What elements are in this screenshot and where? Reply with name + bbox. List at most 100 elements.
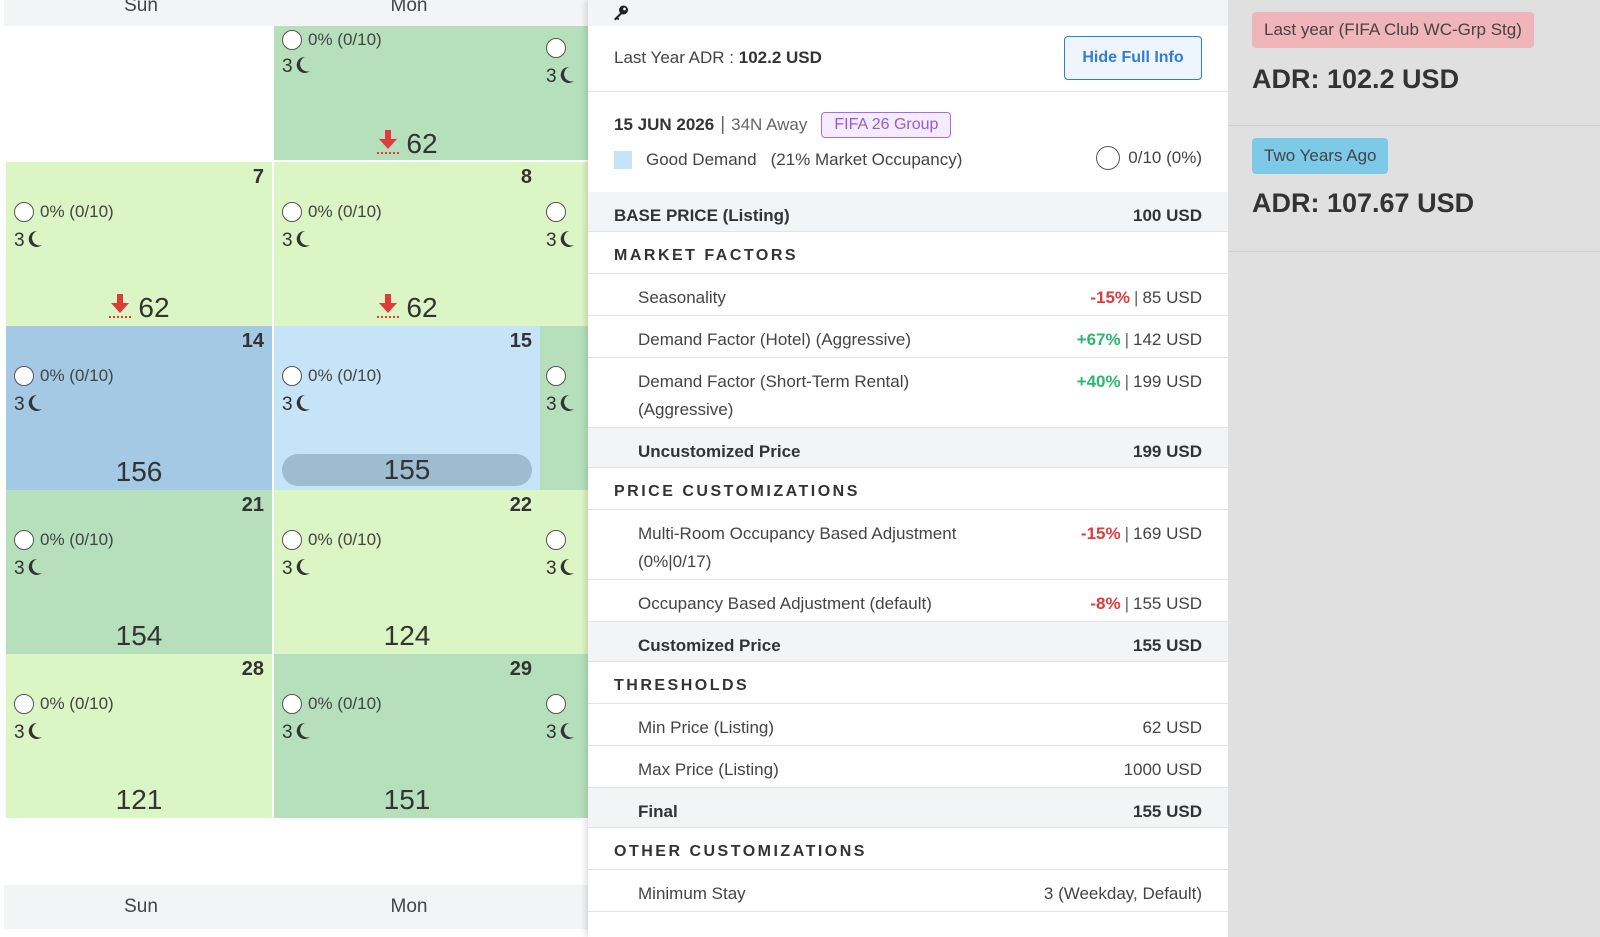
minimum-stay-value: 3	[14, 558, 25, 579]
breakdown-row-uncustomized-price: Uncustomized Price 199 USD	[588, 428, 1228, 468]
cell-occupancy-label: 0% (0/10)	[40, 366, 114, 385]
row-value: 3 (Weekday, Default)	[1044, 880, 1202, 908]
cell-occupancy-label: 0% (0/10)	[308, 694, 382, 713]
cell-occupancy: 0% (0/10)	[14, 202, 114, 222]
occupancy-radio[interactable]	[14, 202, 34, 222]
key-icon	[614, 5, 628, 21]
row-value-text: 1000 USD	[1123, 760, 1202, 779]
section-header-other-customizations: OTHER CUSTOMIZATIONS	[588, 828, 1228, 870]
row-value-text: 3 (Weekday, Default)	[1043, 884, 1202, 903]
calendar-day-cell[interactable]: 0% (0/10) 3 62	[274, 26, 540, 160]
moon-icon	[28, 230, 42, 247]
cell-price-value: 62	[138, 292, 170, 323]
row-label-text: Seasonality	[638, 288, 726, 307]
row-label-text: OTHER CUSTOMIZATIONS	[614, 843, 867, 860]
occupancy-radio[interactable]	[1096, 146, 1121, 170]
minimum-stay: 3	[282, 230, 311, 252]
row-value: -15% | 85 USD	[1090, 284, 1202, 312]
row-value-text: 169 USD	[1133, 524, 1202, 543]
section-header-price-customizations: PRICE CUSTOMIZATIONS	[588, 468, 1228, 510]
row-label: Minimum Stay	[638, 880, 746, 908]
occupancy-radio[interactable]	[546, 694, 566, 714]
percent-change: +67%	[1076, 330, 1121, 349]
calendar-day-cell[interactable]: 28 0% (0/10) 3 121	[6, 654, 272, 818]
breakdown-row-final: Final 155 USD	[588, 788, 1228, 828]
cell-occupancy: 0% (0/10)	[282, 30, 382, 50]
cell-price: 121	[6, 784, 272, 816]
row-label: Demand Factor (Hotel) (Aggressive)	[638, 326, 911, 354]
cell-occupancy-label: 0% (0/10)	[308, 30, 382, 49]
calendar-day-cell[interactable]: 15 0% (0/10) 3 155	[274, 326, 540, 490]
occupancy-radio[interactable]	[546, 366, 566, 386]
row-value: -8% | 155 USD	[1090, 590, 1202, 618]
event-tag[interactable]: FIFA 26 Group	[821, 112, 952, 138]
calendar-day-cell[interactable]: 8 0% (0/10) 3 62	[274, 162, 540, 326]
calendar-day-cell[interactable]: 7 0% (0/10) 3 62	[6, 162, 272, 326]
row-label: THRESHOLDS	[614, 672, 749, 700]
row-label-text: Demand Factor (Hotel) (Aggressive)	[638, 330, 912, 349]
percent-change: -15%	[1090, 288, 1131, 307]
occupancy-radio[interactable]	[282, 694, 302, 714]
cell-price-value: 156	[115, 456, 163, 487]
days-away: 34N Away	[731, 115, 808, 134]
cell-occupancy-label: 0% (0/10)	[40, 694, 114, 713]
occupancy-radio[interactable]	[546, 530, 566, 550]
cell-price: 124	[274, 620, 540, 652]
row-value-text: 155 USD	[1133, 594, 1202, 613]
moon-icon	[28, 394, 42, 411]
row-label: Demand Factor (Short-Term Rental) (Aggres…	[638, 368, 909, 424]
cell-price: 62	[274, 292, 540, 324]
occupancy-radio[interactable]	[546, 202, 566, 222]
row-value: 100 USD	[1133, 202, 1202, 230]
demand-label: Good Demand	[646, 150, 757, 169]
minimum-stay-value: 3	[546, 394, 557, 415]
cell-price: 151	[274, 784, 540, 816]
calendar-day-cell[interactable]: 22 0% (0/10) 3 124	[274, 490, 540, 654]
occupancy-radio[interactable]	[282, 530, 302, 550]
row-label-text: Demand Factor (Short-Term Rental)	[638, 372, 910, 391]
hide-full-info-button[interactable]: Hide Full Info	[1064, 36, 1202, 80]
occupancy-value: 0/10 (0%)	[1128, 148, 1202, 167]
row-label-text: Min Price (Listing)	[638, 718, 775, 737]
breakdown-row-demand-factor-hotel-aggressive: Demand Factor (Hotel) (Aggressive) +67% | 1…	[588, 316, 1228, 358]
price-down-arrow-icon	[377, 130, 400, 154]
calendar-day-cell[interactable]	[6, 26, 272, 160]
weekday-mon: Mon	[390, 0, 428, 16]
row-value-text: 199 USD	[1133, 372, 1202, 391]
minimum-stay: 3	[14, 230, 43, 252]
moon-icon	[560, 66, 574, 83]
weekday-sun: Sun	[124, 0, 158, 16]
day-number: 22	[509, 494, 532, 516]
row-label: MARKET FACTORS	[614, 242, 798, 270]
occupancy-radio[interactable]	[546, 38, 566, 58]
percent-change: -15%	[1080, 524, 1121, 543]
calendar: Sun Mon 0% (0/10) 3 62 3 7 0% (0/10) 3 62 8 0% (0…	[0, 0, 600, 937]
occupancy-radio[interactable]	[14, 530, 34, 550]
minimum-stay: 3	[546, 230, 575, 252]
occupancy-radio[interactable]	[282, 30, 302, 50]
cell-occupancy: 0% (0/10)	[282, 694, 382, 714]
row-value: 155 USD	[1133, 798, 1202, 826]
percent-change: +40%	[1076, 372, 1121, 391]
minimum-stay-value: 3	[546, 230, 557, 251]
breakdown-row-occupancy-based-adjustment-default: Occupancy Based Adjustment (default) -8% |…	[588, 580, 1228, 622]
occupancy-radio[interactable]	[14, 694, 34, 714]
calendar-day-cell[interactable]: 21 0% (0/10) 3 154	[6, 490, 272, 654]
minimum-stay-value: 3	[282, 558, 293, 579]
calendar-day-cell[interactable]: 14 0% (0/10) 3 156	[6, 326, 272, 490]
minimum-stay-value: 3	[282, 56, 293, 77]
row-label: Uncustomized Price	[638, 438, 801, 466]
value-separator: |	[1124, 330, 1130, 349]
occupancy-radio[interactable]	[14, 366, 34, 386]
breakdown-row-multi-room-occupancy-based-adjustment: Multi-Room Occupancy Based Adjustment (0%…	[588, 510, 1228, 580]
row-label: PRICE CUSTOMIZATIONS	[614, 478, 860, 506]
breakdown-row-min-price-listing: Min Price (Listing) 62 USD	[588, 704, 1228, 746]
day-number: 8	[520, 166, 532, 188]
occupancy-radio[interactable]	[282, 366, 302, 386]
calendar-day-cell[interactable]: 29 0% (0/10) 3 151	[274, 654, 540, 818]
minimum-stay-value: 3	[14, 230, 25, 251]
demand-line: Good Demand (21% Market Occupancy)	[614, 150, 962, 170]
row-label: Max Price (Listing)	[638, 756, 779, 784]
moon-icon	[296, 394, 310, 411]
occupancy-radio[interactable]	[282, 202, 302, 222]
